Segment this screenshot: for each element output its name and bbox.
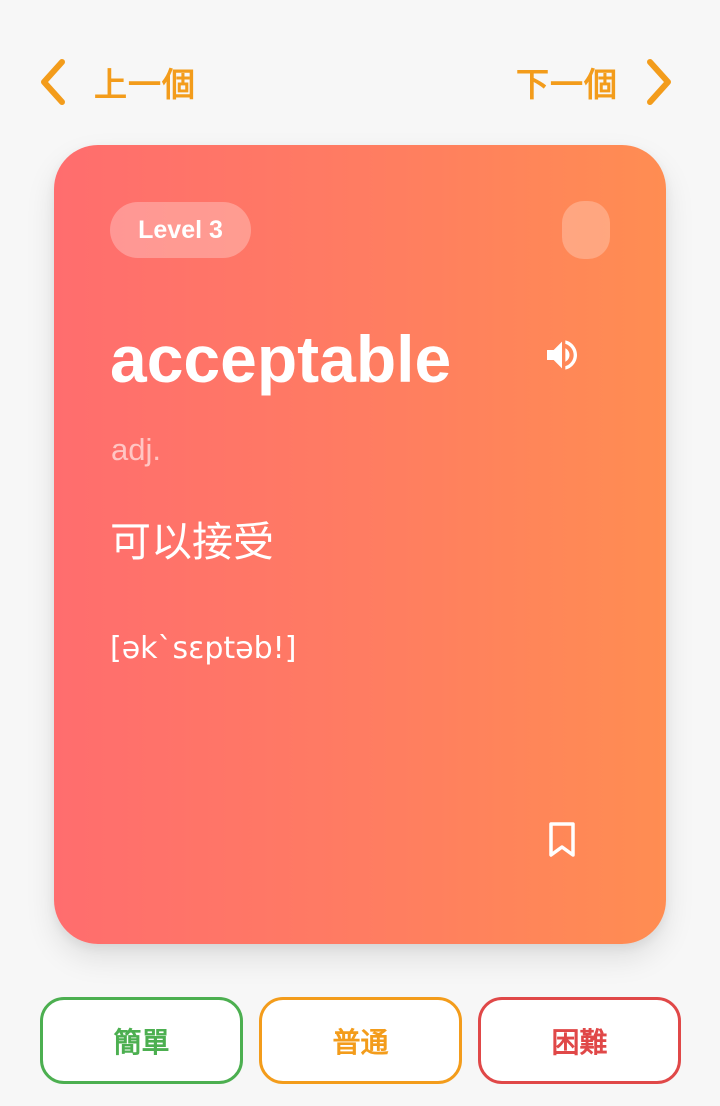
chevron-left-icon (36, 50, 68, 114)
bookmark-button[interactable] (544, 821, 580, 863)
vocabulary-word: acceptable (110, 322, 452, 396)
word-navigation: 上一個 下一個 (0, 50, 720, 114)
pronounce-button[interactable] (540, 335, 584, 379)
part-of-speech: adj. (111, 432, 161, 467)
difficulty-rating: 簡單 普通 困難 (40, 997, 681, 1084)
word-meaning: 可以接受 (110, 518, 274, 566)
previous-word-button[interactable]: 上一個 (36, 50, 196, 114)
easy-button[interactable]: 簡單 (40, 997, 243, 1084)
normal-button[interactable]: 普通 (259, 997, 462, 1084)
bookmark-icon (546, 820, 578, 864)
hard-button[interactable]: 困難 (478, 997, 681, 1084)
next-word-button[interactable]: 下一個 (516, 50, 676, 114)
flashcard[interactable]: Level 3 acceptable adj. 可以接受 [əkˋsɛptəb!… (54, 145, 666, 944)
previous-word-label: 上一個 (94, 65, 196, 104)
phonetic-transcription: [əkˋsɛptəb!] (110, 631, 297, 666)
volume-icon (542, 335, 582, 379)
next-word-label: 下一個 (516, 65, 618, 104)
card-toggle-button[interactable] (562, 201, 610, 259)
chevron-right-icon (644, 50, 676, 114)
level-badge: Level 3 (110, 202, 251, 258)
